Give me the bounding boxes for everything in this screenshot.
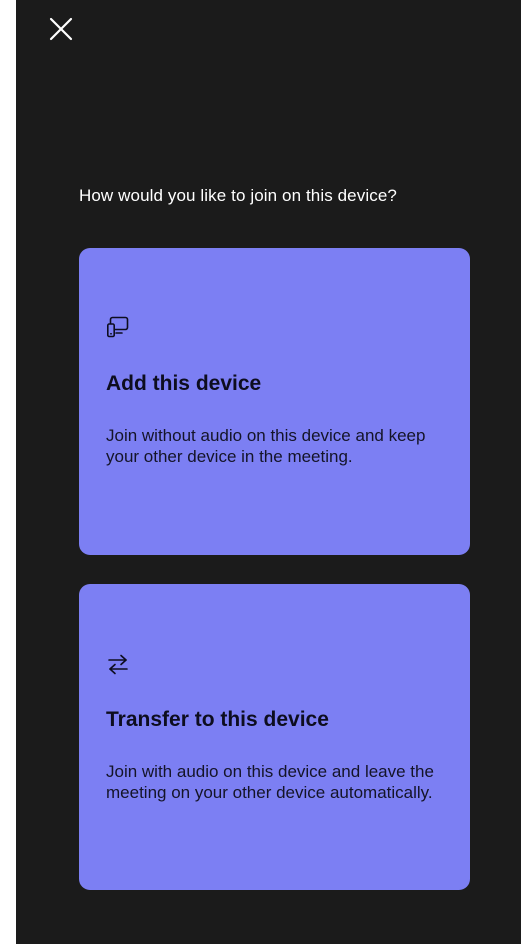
add-this-device-description: Join without audio on this device and ke… [106, 426, 426, 466]
add-this-device-card[interactable]: Add this device Join without audio on th… [79, 248, 470, 555]
join-options-screen: How would you like to join on this devic… [16, 0, 521, 944]
transfer-arrows-icon [106, 652, 130, 676]
add-this-device-title: Add this device [106, 372, 262, 395]
close-button[interactable] [46, 14, 76, 44]
device-pair-icon [106, 315, 130, 339]
transfer-to-this-device-title: Transfer to this device [106, 708, 329, 731]
close-icon [49, 17, 73, 41]
join-prompt: How would you like to join on this devic… [79, 186, 397, 205]
transfer-to-this-device-description: Join with audio on this device and leave… [106, 762, 434, 802]
transfer-to-this-device-card[interactable]: Transfer to this device Join with audio … [79, 584, 470, 890]
